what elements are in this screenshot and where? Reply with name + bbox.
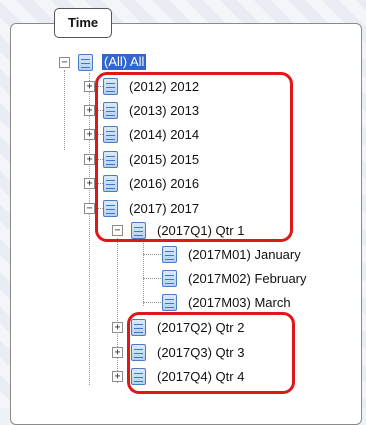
tree-node-label[interactable]: (2017M03) March [188,295,291,311]
expand-icon[interactable]: + [84,154,95,165]
expand-icon[interactable]: + [84,105,95,116]
expand-icon[interactable]: + [112,347,123,358]
collapse-icon[interactable]: − [84,203,95,214]
collapse-icon[interactable]: − [59,57,70,68]
highlight-box [127,312,295,394]
expand-icon[interactable]: + [84,178,95,189]
dimension-member-icon [78,54,93,71]
tree-line [89,73,90,385]
tree-line [117,238,118,383]
tree-line [143,238,144,306]
expand-icon[interactable]: + [112,322,123,333]
time-tree: − (All) All + (2012) 2012 + (2013) 2013 … [0,0,366,408]
highlight-box [95,72,293,242]
expand-icon[interactable]: + [84,129,95,140]
expand-icon[interactable]: + [84,81,95,92]
tree-line [64,70,65,150]
expand-icon[interactable]: + [112,371,123,382]
dimension-member-icon [162,270,177,287]
dimension-member-icon [162,246,177,263]
tree-node-label[interactable]: (2017M01) January [188,247,301,263]
tree-node-label[interactable]: (2017M02) February [188,271,307,287]
dimension-member-icon [162,294,177,311]
tree-node-label[interactable]: (All) All [102,54,147,70]
